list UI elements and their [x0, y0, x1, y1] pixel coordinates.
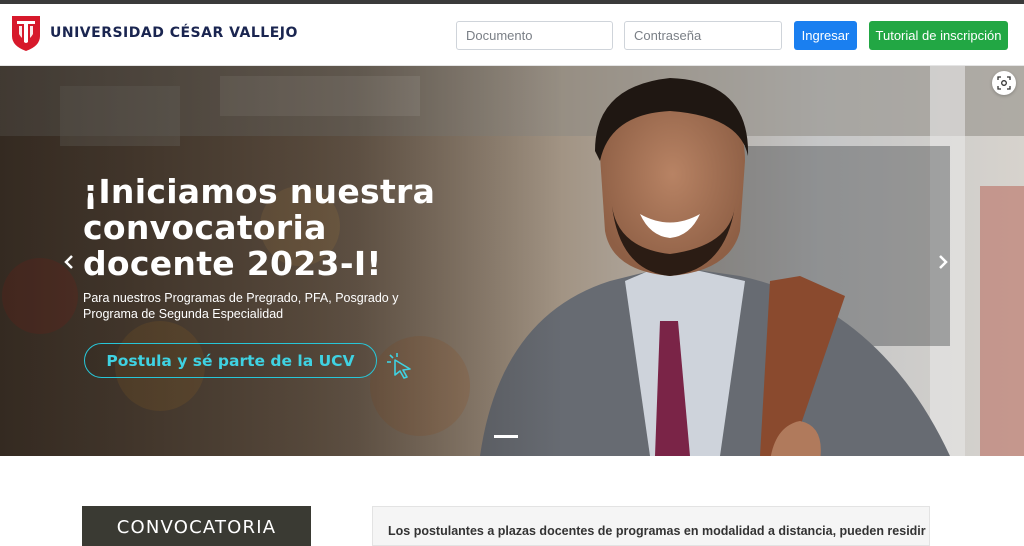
chevron-left-icon[interactable] — [62, 254, 76, 270]
login-button[interactable]: Ingresar — [794, 21, 857, 50]
convocatoria-label: CONVOCATORIA — [82, 506, 311, 546]
password-input[interactable] — [624, 21, 782, 50]
visual-search-icon[interactable] — [992, 71, 1016, 95]
chevron-right-icon[interactable] — [936, 254, 950, 270]
cursor-click-icon — [387, 353, 411, 379]
tutorial-button[interactable]: Tutorial de inscripción — [869, 21, 1008, 50]
hero-title: ¡Iniciamos nuestra convocatoria docente … — [83, 172, 436, 283]
ucv-logo[interactable]: UNIVERSIDAD CÉSAR VALLEJO — [10, 14, 298, 52]
hero-subtitle: Para nuestros Programas de Pregrado, PFA… — [83, 291, 399, 321]
document-input[interactable] — [456, 21, 613, 50]
notice-box: Los postulantes a plazas docentes de pro… — [372, 506, 930, 546]
carousel-indicator[interactable] — [494, 435, 518, 438]
hero-carousel: ¡Iniciamos nuestra convocatoria docente … — [0, 66, 1024, 456]
ucv-shield-icon — [12, 16, 40, 51]
site-header: UNIVERSIDAD CÉSAR VALLEJO Ingresar Tutor… — [0, 4, 1024, 66]
apply-cta-button[interactable]: Postula y sé parte de la UCV — [84, 343, 377, 378]
content-section: CONVOCATORIA Los postulantes a plazas do… — [0, 456, 1024, 546]
university-name: UNIVERSIDAD CÉSAR VALLEJO — [50, 25, 298, 41]
